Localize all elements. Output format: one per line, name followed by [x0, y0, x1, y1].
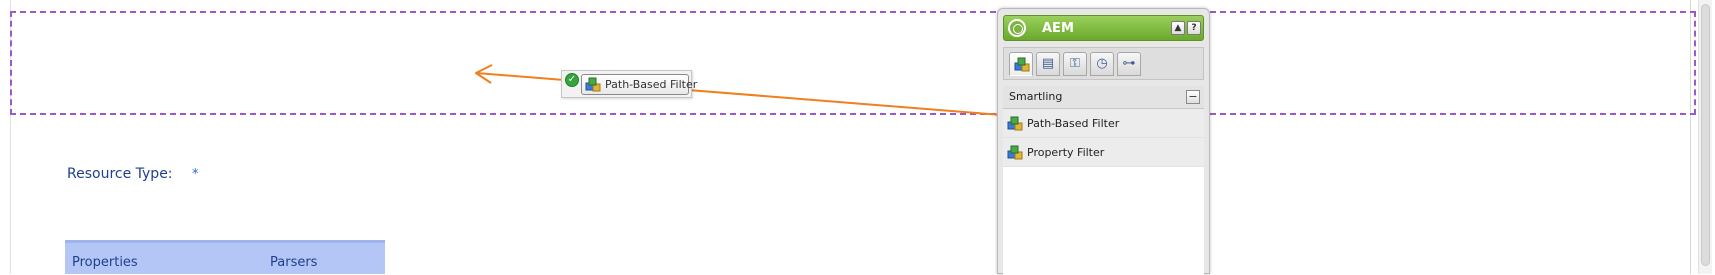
check-icon: ✓: [565, 73, 579, 87]
tab-page[interactable]: ▤: [1036, 52, 1060, 76]
component-group-header[interactable]: Smartling −: [1003, 86, 1204, 109]
drag-proxy[interactable]: ✓ Path-Based Filter: [561, 70, 697, 98]
sidekick-title: AEM: [1042, 21, 1074, 36]
column-properties[interactable]: Properties: [72, 255, 138, 270]
tab-components[interactable]: [1009, 52, 1033, 76]
clock-icon: ◷: [1096, 56, 1108, 71]
page-canvas: Resource Type: * Properties Parsers ✓ Pa…: [0, 0, 1715, 275]
sidekick-header[interactable]: AEM ▲ ?: [1003, 15, 1204, 41]
aem-logo-icon: [1008, 19, 1026, 37]
sidekick-panel[interactable]: AEM ▲ ? ▤ ⚿ ◷ ⊶ Smartling − Path-Based F…: [997, 8, 1210, 275]
component-item-property-filter[interactable]: Property Filter: [1003, 138, 1204, 167]
help-icon[interactable]: ?: [1187, 21, 1201, 35]
component-list: Path-Based Filter Property Filter: [1003, 109, 1204, 275]
tab-lock[interactable]: ⚿: [1063, 52, 1087, 76]
vertical-scrollbar[interactable]: [1698, 0, 1712, 274]
column-parsers[interactable]: Parsers: [270, 255, 317, 270]
dragged-component[interactable]: Path-Based Filter: [581, 74, 697, 95]
component-icon: [585, 77, 601, 92]
collapse-group-icon[interactable]: −: [1186, 90, 1200, 104]
properties-table-header: Properties Parsers: [65, 240, 385, 274]
component-item-label: Property Filter: [1027, 146, 1105, 159]
tab-workflow[interactable]: ⊶: [1117, 52, 1141, 76]
sidekick-tab-bar: ▤ ⚿ ◷ ⊶: [1003, 47, 1204, 80]
scrollbar-thumb[interactable]: [1701, 4, 1710, 266]
drop-target-zone[interactable]: [10, 11, 1696, 115]
component-item-path-based-filter[interactable]: Path-Based Filter: [1003, 109, 1204, 138]
lock-icon: ⚿: [1070, 56, 1080, 71]
resource-type-label: Resource Type:: [67, 166, 173, 182]
component-item-label: Path-Based Filter: [1027, 117, 1120, 130]
components-icon: [1014, 57, 1030, 72]
component-group-label: Smartling: [1009, 90, 1063, 103]
tab-versioning[interactable]: ◷: [1090, 52, 1114, 76]
drag-label: Path-Based Filter: [605, 78, 698, 91]
collapse-icon[interactable]: ▲: [1171, 21, 1185, 35]
page-icon: ▤: [1041, 56, 1055, 71]
component-icon: [1007, 116, 1023, 131]
workflow-icon: ⊶: [1122, 56, 1136, 71]
required-marker: *: [192, 167, 199, 182]
component-icon: [1007, 145, 1023, 160]
